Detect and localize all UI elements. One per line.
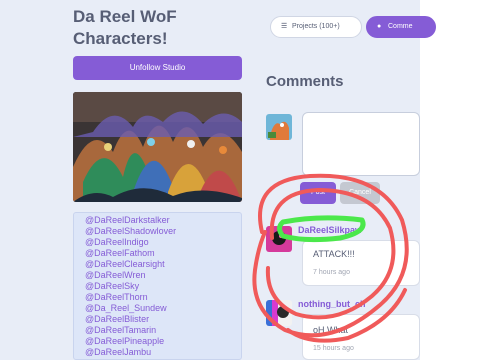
comment-card: oH What 15 hours ago (302, 314, 420, 360)
my-avatar-image (266, 114, 292, 140)
mention-link[interactable]: @DaReelIndigo (85, 237, 241, 248)
comment-avatar[interactable] (266, 226, 292, 252)
my-avatar (266, 114, 292, 140)
comment-text: ATTACK!!! (313, 249, 355, 259)
studio-description: @DaReelDarkstalker @DaReelShadowlover @D… (73, 212, 242, 360)
mention-link[interactable]: @Da_Reel_Sundew (85, 303, 241, 314)
post-comment-button[interactable]: Post (300, 182, 336, 204)
mention-link[interactable]: @DaReelTamarin (85, 325, 241, 336)
comment-avatar-image (266, 226, 292, 252)
tab-comments-label: Comme (388, 23, 413, 30)
tab-projects[interactable]: ☰ Projects (100+) (270, 16, 362, 38)
mention-link[interactable]: @DaReelPineapple (85, 336, 241, 347)
cancel-comment-button[interactable]: Cancel (340, 182, 380, 204)
mention-link[interactable]: @DaReelThorn (85, 292, 241, 303)
mention-link[interactable]: @DaReelWren (85, 270, 241, 281)
comment-card: ATTACK!!! 7 hours ago (302, 240, 420, 286)
mention-link[interactable]: @DaReelSky (85, 281, 241, 292)
comment-text: oH What (313, 325, 349, 335)
comment-avatar[interactable] (266, 300, 292, 326)
mention-link[interactable]: @DaReelBlister (85, 314, 241, 325)
page-right-gutter (420, 0, 480, 360)
unfollow-studio-button[interactable]: Unfollow Studio (73, 56, 242, 80)
studio-title: Da Reel WoF Characters! (73, 7, 177, 48)
mention-link[interactable]: @DaReelFathom (85, 248, 241, 259)
mention-link[interactable]: @DaReelClearsight (85, 259, 241, 270)
mention-link[interactable]: @DaReelShadowlover (85, 226, 241, 237)
projects-icon: ☰ (281, 23, 288, 30)
studio-thumbnail (73, 92, 242, 202)
comments-heading: Comments (266, 73, 344, 90)
comment-input[interactable] (302, 112, 420, 176)
tab-projects-label: Projects (100+) (292, 23, 340, 30)
dragon-collage-image (73, 92, 242, 202)
mention-link[interactable]: @DaReelDarkstalker (85, 215, 241, 226)
comment-timestamp: 15 hours ago (313, 345, 354, 352)
comment-bubble-icon: ● (377, 23, 382, 30)
comment-avatar-image (266, 300, 292, 326)
mention-link[interactable]: @DaReelJambu (85, 347, 241, 358)
tab-comments[interactable]: ● Comme (366, 16, 436, 38)
comment-author-link[interactable]: DaReelSilkpaw (298, 225, 362, 235)
comment-timestamp: 7 hours ago (313, 269, 350, 276)
comment-author-link[interactable]: nothing_but_ch (298, 299, 366, 309)
